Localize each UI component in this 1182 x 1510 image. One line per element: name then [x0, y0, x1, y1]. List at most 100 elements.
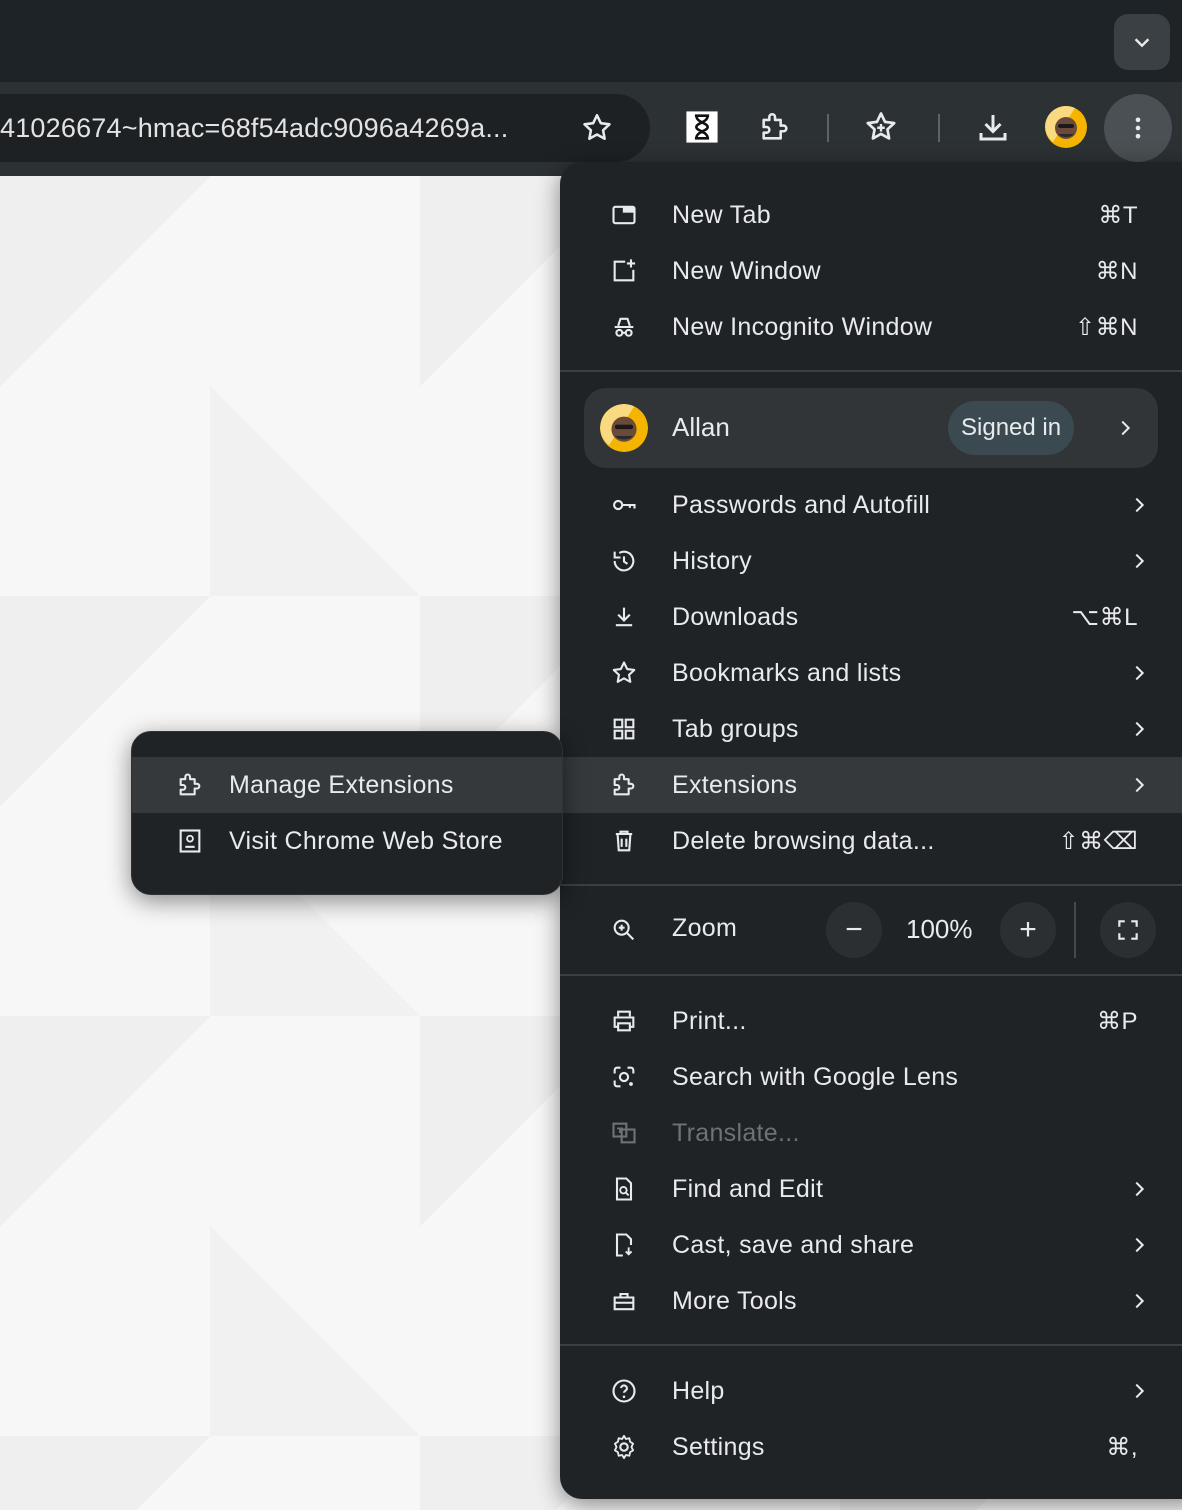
- web-store-icon: [174, 825, 206, 857]
- extension-icon: [608, 769, 640, 801]
- reading-list-button[interactable]: [858, 104, 904, 150]
- shortcut-label: ⌘,: [1106, 1433, 1138, 1461]
- menu-item-downloads[interactable]: Downloads ⌥⌘L: [560, 589, 1182, 645]
- shortcut-label: ⌥⌘L: [1071, 603, 1138, 631]
- menu-item-label: New Window: [672, 256, 821, 285]
- chevron-right-icon: [1135, 1383, 1145, 1399]
- menu-item-new-window[interactable]: New Window ⌘N: [560, 243, 1182, 299]
- menu-item-tab-groups[interactable]: Tab groups: [560, 701, 1182, 757]
- menu-item-translate: Translate...: [560, 1105, 1182, 1161]
- menu-item-label: Print...: [672, 1006, 747, 1035]
- chevron-right-icon: [1135, 1293, 1145, 1309]
- menu-item-bookmarks-lists[interactable]: Bookmarks and lists: [560, 645, 1182, 701]
- menu-item-find-edit[interactable]: Find and Edit: [560, 1161, 1182, 1217]
- hourglass-icon: [686, 111, 718, 143]
- profile-name: Allan: [672, 412, 730, 442]
- chrome-menu: New Tab ⌘T New Window ⌘N New Incognito W…: [560, 162, 1182, 1499]
- menu-item-label: History: [672, 546, 752, 575]
- menu-item-label: Tab groups: [672, 714, 799, 743]
- help-icon: [608, 1375, 640, 1407]
- shortcut-label: ⇧⌘⌫: [1058, 827, 1138, 855]
- menu-item-history[interactable]: History: [560, 533, 1182, 589]
- lens-icon: [608, 1061, 640, 1093]
- menu-item-label: New Incognito Window: [672, 312, 933, 341]
- menu-item-extensions[interactable]: Extensions: [560, 757, 1182, 813]
- menu-item-print[interactable]: Print... ⌘P: [560, 993, 1182, 1049]
- chevron-right-icon: [1135, 553, 1145, 569]
- print-icon: [608, 1005, 640, 1037]
- menu-item-label: Passwords and Autofill: [672, 490, 931, 519]
- incognito-icon: [608, 311, 640, 343]
- zoom-row: Zoom − 100% +: [560, 898, 1182, 962]
- tab-groups-icon: [608, 713, 640, 745]
- submenu-item-visit-web-store[interactable]: Visit Chrome Web Store: [132, 813, 562, 869]
- avatar: [600, 404, 648, 452]
- chevron-right-icon: [1135, 497, 1145, 513]
- menu-item-label: Delete browsing data...: [672, 826, 935, 855]
- menu-item-label: Extensions: [672, 770, 798, 799]
- chevron-down-icon: [1134, 38, 1150, 48]
- chevron-right-icon: [1135, 1237, 1145, 1253]
- download-icon: [979, 115, 1007, 141]
- menu-item-passwords-autofill[interactable]: Passwords and Autofill: [560, 477, 1182, 533]
- menu-item-help[interactable]: Help: [560, 1363, 1182, 1419]
- menu-item-settings[interactable]: Settings ⌘,: [560, 1419, 1182, 1475]
- menu-item-label: Bookmarks and lists: [672, 658, 902, 687]
- settings-icon: [608, 1431, 640, 1463]
- menu-item-label: New Tab: [672, 200, 771, 229]
- chevron-right-icon: [1135, 665, 1145, 681]
- menu-item-label: More Tools: [672, 1286, 797, 1315]
- trash-icon: [608, 825, 640, 857]
- menu-item-more-tools[interactable]: More Tools: [560, 1273, 1182, 1329]
- menu-item-label: Find and Edit: [672, 1174, 824, 1203]
- chevron-right-icon: [1135, 721, 1145, 737]
- fullscreen-button[interactable]: [1100, 902, 1156, 958]
- tab-search-button[interactable]: [1114, 14, 1170, 70]
- puzzle-icon: [762, 113, 788, 140]
- menu-divider: [560, 370, 1182, 372]
- chevron-right-icon: [1135, 777, 1145, 793]
- signed-in-badge: Signed in: [948, 401, 1075, 455]
- chevron-right-icon: [1121, 420, 1131, 436]
- history-icon: [608, 545, 640, 577]
- menu-item-delete-browsing-data[interactable]: Delete browsing data... ⇧⌘⌫: [560, 813, 1182, 869]
- menu-divider: [560, 1344, 1182, 1346]
- star-icon: [608, 657, 640, 689]
- submenu-item-label: Manage Extensions: [229, 770, 454, 799]
- profile-button[interactable]: [1043, 104, 1089, 150]
- shortcut-label: ⌘P: [1096, 1007, 1138, 1035]
- shortcut-label: ⌘T: [1098, 201, 1138, 229]
- menu-item-label: Downloads: [672, 602, 799, 631]
- menu-item-cast-save-share[interactable]: Cast, save and share: [560, 1217, 1182, 1273]
- zoom-divider: [1074, 902, 1076, 958]
- profile-row[interactable]: Allan Signed in: [584, 388, 1158, 468]
- menu-item-label: Settings: [672, 1432, 765, 1461]
- url-text[interactable]: 41026674~hmac=68f54adc9096a4269a...: [0, 113, 508, 144]
- bookmark-star-icon[interactable]: [580, 111, 614, 145]
- find-icon: [608, 1173, 640, 1205]
- extensions-submenu: Manage Extensions Visit Chrome Web Store: [131, 731, 563, 895]
- menu-item-label: Search with Google Lens: [672, 1062, 959, 1091]
- toolbar-divider: [938, 114, 940, 142]
- translate-icon: [608, 1117, 640, 1149]
- cast-icon: [608, 1229, 640, 1261]
- zoom-in-button[interactable]: +: [1000, 902, 1056, 958]
- menu-item-new-incognito-window[interactable]: New Incognito Window ⇧⌘N: [560, 299, 1182, 355]
- shortcut-label: ⌘N: [1095, 257, 1138, 285]
- avatar: [1045, 106, 1087, 148]
- extensions-button[interactable]: [752, 104, 798, 150]
- shortcut-label: ⇧⌘N: [1075, 313, 1138, 341]
- download-icon: [608, 601, 640, 633]
- downloads-button[interactable]: [970, 104, 1016, 150]
- zoom-icon: [608, 914, 640, 946]
- address-bar[interactable]: 41026674~hmac=68f54adc9096a4269a...: [0, 94, 650, 162]
- zoom-out-button[interactable]: −: [826, 902, 882, 958]
- menu-item-label: Help: [672, 1376, 725, 1405]
- menu-item-new-tab[interactable]: New Tab ⌘T: [560, 187, 1182, 243]
- submenu-item-manage-extensions[interactable]: Manage Extensions: [132, 757, 562, 813]
- hourglass-extension-button[interactable]: [679, 104, 725, 150]
- menu-item-google-lens[interactable]: Search with Google Lens: [560, 1049, 1182, 1105]
- chrome-menu-button[interactable]: [1104, 94, 1172, 162]
- extension-icon: [174, 769, 206, 801]
- menu-item-label: Cast, save and share: [672, 1230, 915, 1259]
